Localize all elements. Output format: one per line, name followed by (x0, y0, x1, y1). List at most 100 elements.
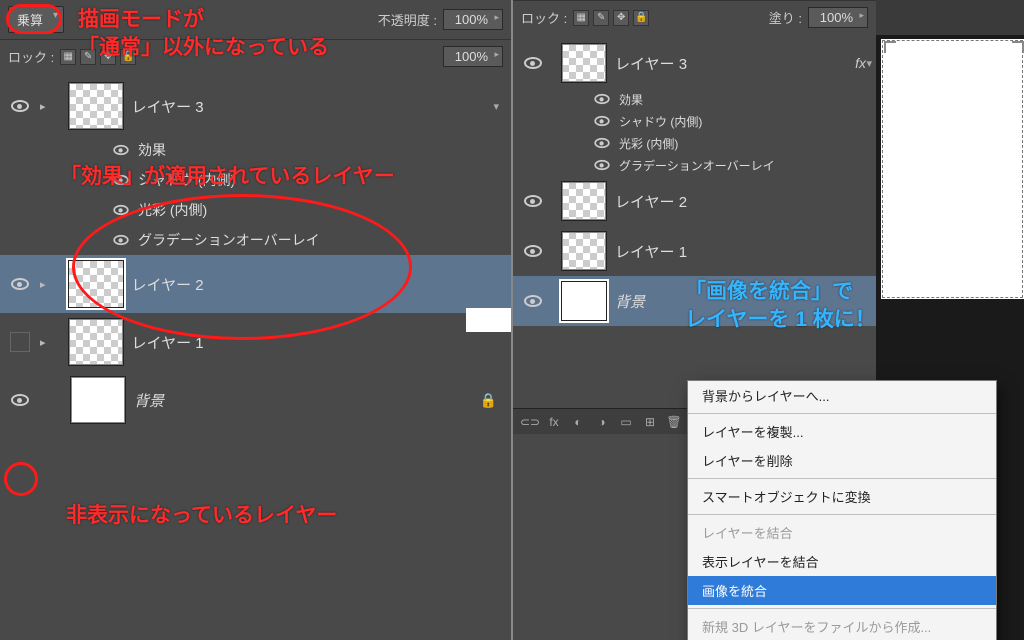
effect-glow-row[interactable]: 光彩 (内側) (0, 195, 511, 225)
eye-icon (594, 138, 609, 148)
layer-row-3[interactable]: ▸ レイヤー 3 ▾ (0, 77, 511, 135)
effect-shadow-row[interactable]: シャドウ (内側) (513, 110, 876, 132)
effect-name: グラデーションオーバーレイ (619, 157, 775, 174)
fill-value[interactable]: 100% (443, 46, 503, 67)
ctx-separator (688, 413, 996, 414)
eye-icon (524, 57, 542, 69)
right-toolbar: ロック : ▦ ✎ ✥ 🔒 塗り : 100% (513, 0, 876, 34)
ctx-flatten-image[interactable]: 画像を統合 (688, 576, 996, 605)
layer-name[interactable]: レイヤー 2 (615, 191, 876, 212)
layer-name[interactable]: レイヤー 1 (615, 241, 876, 262)
effect-name: 光彩 (内側) (619, 135, 678, 152)
layer-row-3[interactable]: レイヤー 3 fx ▾ (513, 38, 876, 88)
ctx-separator (688, 608, 996, 609)
eye-icon (594, 94, 609, 104)
eye-icon (524, 295, 542, 307)
effects-header-row[interactable]: 効果 (513, 88, 876, 110)
ctx-separator (688, 478, 996, 479)
delete-layer-icon[interactable]: 🗑 (667, 415, 681, 429)
eye-icon (11, 100, 29, 112)
layer-thumbnail[interactable] (68, 318, 124, 366)
lock-transparency-icon[interactable]: ▦ (573, 10, 589, 26)
visibility-toggle[interactable] (513, 195, 553, 207)
effects-label: 効果 (619, 91, 643, 108)
blend-mode-dropdown[interactable]: 乗算 (8, 6, 64, 33)
ctx-bg-to-layer[interactable]: 背景からレイヤーへ... (688, 381, 996, 410)
right-panel: ロック : ▦ ✎ ✥ 🔒 塗り : 100% レイヤー 3 fx ▾ (513, 0, 1024, 640)
mask-icon[interactable]: ◐ (571, 415, 585, 429)
effect-name: シャドウ (内側) (619, 113, 702, 130)
opacity-value[interactable]: 100% (443, 9, 503, 30)
layer-name[interactable]: レイヤー 3 (132, 96, 511, 117)
fill-value[interactable]: 100% (808, 7, 868, 28)
ctx-merge-layers: レイヤーを結合 (688, 518, 996, 547)
visibility-toggle[interactable] (0, 394, 40, 406)
visibility-toggle[interactable] (513, 295, 553, 307)
layer-name[interactable]: レイヤー 1 (132, 332, 511, 353)
visibility-toggle[interactable] (0, 100, 40, 112)
ctx-delete-layer[interactable]: レイヤーを削除 (688, 446, 996, 475)
group-icon[interactable]: ▭ (619, 415, 633, 429)
eye-icon (524, 195, 542, 207)
visibility-toggle-hidden[interactable] (10, 332, 30, 352)
expand-toggle[interactable]: ▸ (40, 278, 46, 291)
layer-row-1[interactable]: ▸ レイヤー 1 (0, 313, 511, 371)
layer-row-bg[interactable]: 背景 🔒 (0, 371, 511, 429)
effects-header-row[interactable]: 効果 (0, 135, 511, 165)
lock-label: ロック : (8, 47, 54, 66)
layer-thumbnail[interactable] (561, 231, 607, 271)
eye-icon (11, 394, 29, 406)
transform-handle-tr[interactable] (1012, 41, 1024, 53)
expand-toggle[interactable]: ▸ (40, 336, 46, 349)
fill-label: 塗り : (769, 8, 802, 27)
ctx-merge-visible[interactable]: 表示レイヤーを結合 (688, 547, 996, 576)
eye-icon (113, 175, 128, 185)
fx-collapse-icon[interactable]: ▾ (493, 100, 499, 113)
transform-handle-tl[interactable] (884, 41, 896, 53)
annotation-hidden-layer: 非表示になっているレイヤー (66, 502, 337, 530)
eye-icon (594, 116, 609, 126)
layer-name[interactable]: 背景 (615, 291, 876, 312)
layer-row-2[interactable]: ▸ レイヤー 2 (0, 255, 511, 313)
lock-icon: 🔒 (480, 392, 511, 409)
layer-thumbnail[interactable] (561, 181, 607, 221)
lock-pixels-icon[interactable]: ✎ (80, 49, 96, 65)
ctx-convert-smartobject[interactable]: スマートオブジェクトに変換 (688, 482, 996, 511)
effect-gradient-row[interactable]: グラデーションオーバーレイ (0, 225, 511, 255)
lock-all-icon[interactable]: 🔒 (633, 10, 649, 26)
layer-name[interactable]: 背景 (134, 390, 480, 411)
lock-transparency-icon[interactable]: ▦ (60, 49, 76, 65)
fx-icon[interactable]: fx (547, 415, 561, 429)
ctx-duplicate-layer[interactable]: レイヤーを複製... (688, 417, 996, 446)
visibility-toggle[interactable] (513, 57, 553, 69)
layer-name[interactable]: レイヤー 3 (615, 53, 855, 74)
lock-position-icon[interactable]: ✥ (100, 49, 116, 65)
layer-thumbnail[interactable] (561, 43, 607, 83)
layer-row-1[interactable]: レイヤー 1 (513, 226, 876, 276)
ctx-separator (688, 514, 996, 515)
effect-glow-row[interactable]: 光彩 (内側) (513, 132, 876, 154)
lock-all-icon[interactable]: 🔒 (120, 49, 136, 65)
eye-icon (11, 278, 29, 290)
eye-icon (113, 205, 128, 215)
lock-icons: ▦ ✎ ✥ 🔒 (60, 49, 136, 65)
adjustment-icon[interactable]: ◑ (595, 415, 609, 429)
layer-thumbnail[interactable] (68, 82, 124, 130)
expand-toggle[interactable]: ▸ (40, 100, 46, 113)
effect-shadow-row[interactable]: シャドウ (内側) (0, 165, 511, 195)
lock-pixels-icon[interactable]: ✎ (593, 10, 609, 26)
lock-position-icon[interactable]: ✥ (613, 10, 629, 26)
layer-thumbnail[interactable] (561, 281, 607, 321)
layer-thumbnail[interactable] (68, 260, 124, 308)
new-layer-icon[interactable]: ⊞ (643, 415, 657, 429)
visibility-toggle[interactable] (513, 245, 553, 257)
layer-name[interactable]: レイヤー 2 (132, 274, 511, 295)
canvas-paper[interactable] (881, 39, 1024, 299)
effect-gradient-row[interactable]: グラデーションオーバーレイ (513, 154, 876, 176)
layer-row-2[interactable]: レイヤー 2 (513, 176, 876, 226)
layer-row-bg[interactable]: 背景 (513, 276, 876, 326)
layer-thumbnail[interactable] (70, 376, 126, 424)
visibility-toggle[interactable] (0, 278, 40, 290)
link-layers-icon[interactable]: ⊂⊃ (523, 415, 537, 429)
fx-collapse-icon[interactable]: ▾ (866, 57, 872, 70)
